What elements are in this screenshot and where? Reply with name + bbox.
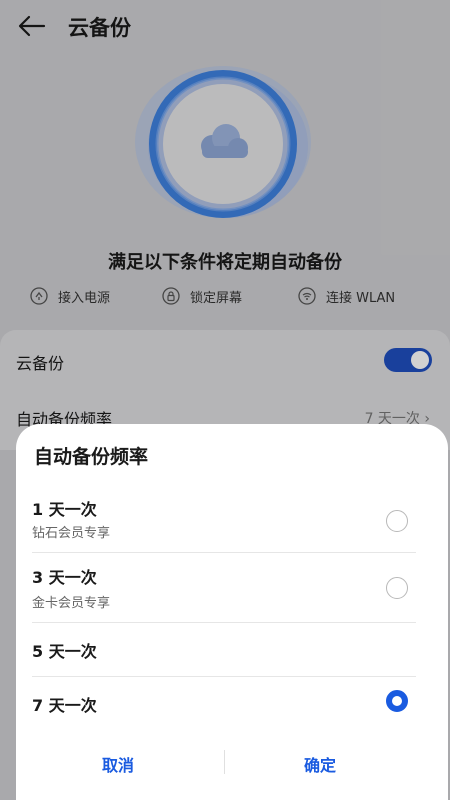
option-3-days[interactable]: 3 天一次 金卡会员专享 [16,556,448,622]
option-sublabel: 金卡会员专享 [32,596,111,611]
cancel-button[interactable]: 取消 [102,752,134,776]
option-label: 7 天一次 [32,696,97,715]
option-1-day[interactable]: 1 天一次 钻石会员专享 [16,486,448,552]
radio-button-selected[interactable] [386,690,408,712]
button-divider [224,750,225,774]
divider [32,676,416,677]
option-label: 1 天一次 [32,500,97,519]
option-sublabel: 钻石会员专享 [32,526,111,541]
radio-button[interactable] [386,577,408,599]
frequency-dialog: 自动备份频率 1 天一次 钻石会员专享 3 天一次 金卡会员专享 5 天一次 7… [16,424,448,800]
radio-button[interactable] [386,510,408,532]
option-label: 3 天一次 [32,568,97,587]
confirm-button[interactable]: 确定 [304,752,336,776]
divider [32,622,416,623]
option-label: 5 天一次 [32,642,97,661]
divider [32,552,416,553]
option-5-days[interactable]: 5 天一次 [16,624,448,674]
option-7-days[interactable]: 7 天一次 [16,680,448,730]
dialog-title: 自动备份频率 [34,446,149,468]
